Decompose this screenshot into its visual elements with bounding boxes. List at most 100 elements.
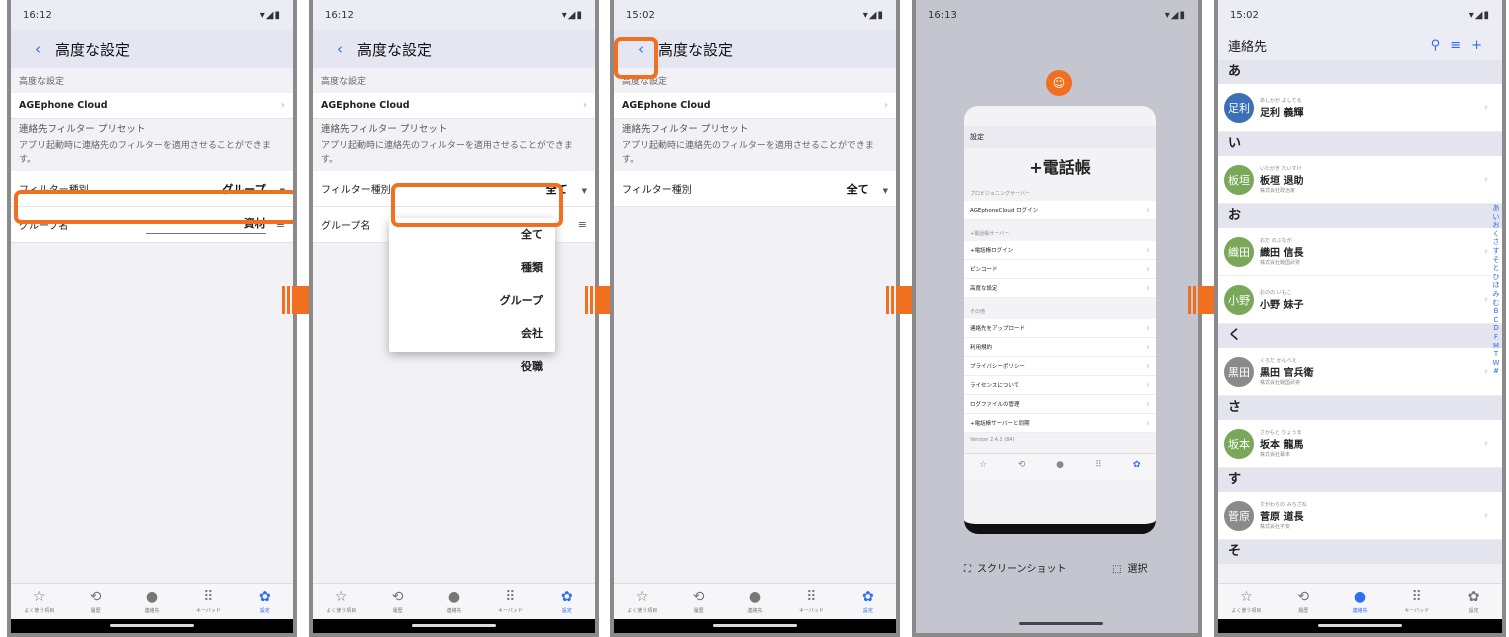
select-button[interactable]: ⬚ 選択 [1112, 560, 1147, 575]
cloud-row[interactable]: AGEphone Cloud › [11, 93, 293, 119]
contact-text: さかもと りょうま 坂本 龍馬 株式会社幕末 [1260, 429, 1303, 458]
index-letter[interactable]: す [1492, 247, 1500, 256]
tab-label: よく使う項目 [1231, 608, 1262, 614]
preset-text: アプリ起動時に連絡先のフィルターを適用させることができます。 [19, 141, 271, 165]
tab-bar: ☆ よく使う項目 ⟲ 履歴 ● 連絡先 ⠿ キーパッド ✿ 設定 [614, 583, 896, 619]
preview-section: +電話帳サーバー [970, 231, 1010, 237]
index-letter[interactable]: い [1492, 213, 1500, 222]
tab-favorites[interactable]: ☆ よく使う項目 [1218, 584, 1275, 619]
contact-row[interactable]: 菅原 すがわらの みちざね 菅原 道長 株式会社平安 › [1218, 492, 1502, 540]
index-letter[interactable]: W [1492, 359, 1500, 368]
contact-row[interactable]: 坂本 さかもと りょうま 坂本 龍馬 株式会社幕末 › [1218, 420, 1502, 468]
tab-favorites[interactable]: ☆ よく使う項目 [11, 584, 67, 619]
status-bar: 16:12 ▾◢▮ [313, 0, 595, 30]
add-icon[interactable]: + [1471, 38, 1492, 53]
tab-settings[interactable]: ✿ 設定 [840, 584, 896, 619]
dropdown-option-group[interactable]: グループ [389, 284, 555, 317]
tab-history[interactable]: ⟲ 履歴 [670, 584, 726, 619]
index-letter[interactable]: D [1492, 324, 1500, 333]
tab-keypad[interactable]: ⠿ キーパッド [783, 584, 839, 619]
tab-settings[interactable]: ✿ 設定 [539, 584, 595, 619]
highlight-box [391, 183, 563, 227]
filter-icon[interactable]: ≡ [1450, 38, 1471, 53]
preview-row: ライセンスについて › [964, 376, 1156, 395]
tab-favorites[interactable]: ☆ よく使う項目 [313, 584, 369, 619]
preview-row-label: プライバシーポリシー [970, 364, 1025, 370]
highlight-box [14, 190, 293, 224]
tab-history[interactable]: ⟲ 履歴 [1275, 584, 1332, 619]
contact-row[interactable]: 板垣 いたがき たいすけ 板垣 退助 株式会社政治家 › [1218, 156, 1502, 204]
cloud-row[interactable]: AGEphone Cloud › [614, 93, 896, 119]
contact-name: 小野 妹子 [1260, 299, 1304, 311]
alphabet-index[interactable]: あいおくさすそとひほみむ B C D F M T W # [1492, 204, 1500, 376]
header: ‹ 高度な設定 [313, 30, 595, 68]
index-letter[interactable]: お [1492, 221, 1500, 230]
tab-contacts[interactable]: ● 連絡先 [727, 584, 783, 619]
tab-keypad[interactable]: ⠿ キーパッド [180, 584, 236, 619]
tab-settings[interactable]: ✿ 設定 [237, 584, 293, 619]
keypad-icon: ⠿ [1095, 460, 1102, 470]
preview-row: +電話帳サーバーと同期 › [964, 414, 1156, 433]
cloud-row[interactable]: AGEphone Cloud › [313, 93, 595, 119]
contact-name: 菅原 道長 [1260, 512, 1304, 523]
tab-contacts[interactable]: ● 連絡先 [124, 584, 180, 619]
avatar: 織田 [1224, 236, 1254, 267]
tab-favorites[interactable]: ☆ よく使う項目 [614, 584, 670, 619]
index-letter[interactable]: と [1492, 264, 1500, 273]
status-time: 16:12 [23, 9, 52, 21]
tab-history[interactable]: ⟲ 履歴 [369, 584, 425, 619]
preview-row-label: 利用規約 [970, 345, 993, 351]
version-text: Version 2.4.1 (84) [970, 437, 1015, 443]
tab-label: 連絡先 [144, 608, 160, 614]
filter-type-row[interactable]: フィルター種別 全て ▼ [614, 171, 896, 207]
tab-label: よく使う項目 [24, 608, 55, 614]
page-title: 高度な設定 [55, 40, 131, 59]
preset-text: アプリ起動時に連絡先のフィルターを適用させることができます。 [622, 141, 874, 165]
tab-settings[interactable]: ✿ 設定 [1445, 584, 1502, 619]
contact-list: あ 足利 あしかが よしてる 足利 義輝 › い 板垣 いたがき たいすけ 板垣 退助 株式会社政… [1218, 60, 1502, 564]
preview-row: 連絡先をアップロード › [964, 319, 1156, 338]
index-letter[interactable]: C [1492, 316, 1500, 325]
index-letter[interactable]: ほ [1492, 281, 1500, 290]
index-letter[interactable]: ひ [1492, 273, 1500, 282]
contact-row[interactable]: 織田 おだ のぶなが 織田 信長 株式会社戦国武将 › [1218, 228, 1502, 276]
section-header: お [1218, 204, 1502, 228]
contact-row[interactable]: 黒田 くろだ かんべえ 黒田 官兵衛 株式会社戦国武将 › [1218, 348, 1502, 396]
contact-text: いたがき たいすけ 板垣 退助 株式会社政治家 [1260, 165, 1303, 194]
contact-reading: くろだ かんべえ [1260, 358, 1297, 364]
filter-list-icon[interactable]: ≡ [578, 218, 587, 231]
index-letter[interactable]: M [1492, 342, 1500, 351]
contact-row[interactable]: 足利 あしかが よしてる 足利 義輝 › [1218, 84, 1502, 132]
index-letter[interactable]: そ [1492, 256, 1500, 265]
back-button[interactable]: ‹ [21, 34, 55, 64]
tab-keypad[interactable]: ⠿ キーパッド [482, 584, 538, 619]
tab-history[interactable]: ⟲ 履歴 [67, 584, 123, 619]
contact-text: くろだ かんべえ 黒田 官兵衛 株式会社戦国武将 [1260, 357, 1313, 386]
dropdown-option-company[interactable]: 会社 [389, 317, 555, 350]
chevron-right-icon: › [1484, 102, 1488, 113]
dropdown-option-title[interactable]: 役職 [389, 350, 555, 383]
index-letter[interactable]: B [1492, 307, 1500, 316]
select-icon: ⬚ [1112, 564, 1122, 575]
index-letter[interactable]: F [1492, 333, 1500, 342]
tab-contacts[interactable]: ● 連絡先 [426, 584, 482, 619]
index-letter[interactable]: さ [1492, 238, 1500, 247]
index-letter[interactable]: T [1492, 350, 1500, 359]
signal-icon: ▾◢▮ [1164, 9, 1186, 21]
index-letter[interactable]: み [1492, 290, 1500, 299]
tab-contacts[interactable]: ● 連絡先 [1332, 584, 1389, 619]
screenshot-button[interactable]: ⛶ スクリーンショット [964, 560, 1067, 575]
index-letter[interactable]: く [1492, 230, 1500, 239]
app-preview-card[interactable]: 設定 +電話帳 プロビジョニングサーバー AGEphoneCloud ログイン ›… [964, 106, 1156, 534]
search-icon[interactable]: ⚲ [1431, 38, 1451, 53]
contact-text: おだ のぶなが 織田 信長 株式会社戦国武将 [1260, 237, 1303, 266]
contact-row[interactable]: 小野 おのの いもこ 小野 妹子 › [1218, 276, 1502, 324]
tab-label: よく使う項目 [326, 608, 357, 614]
tab-keypad[interactable]: ⠿ キーパッド [1388, 584, 1445, 619]
index-letter[interactable]: む [1492, 299, 1500, 308]
back-button[interactable]: ‹ [323, 34, 357, 64]
index-letter[interactable]: あ [1492, 204, 1500, 213]
dropdown-option-type[interactable]: 種類 [389, 251, 555, 284]
phone-screen-2: 16:12 ▾◢▮ ‹ 高度な設定 高度な設定 AGEphone Cloud › 連絡… [309, 0, 599, 637]
index-letter[interactable]: # [1492, 367, 1500, 376]
